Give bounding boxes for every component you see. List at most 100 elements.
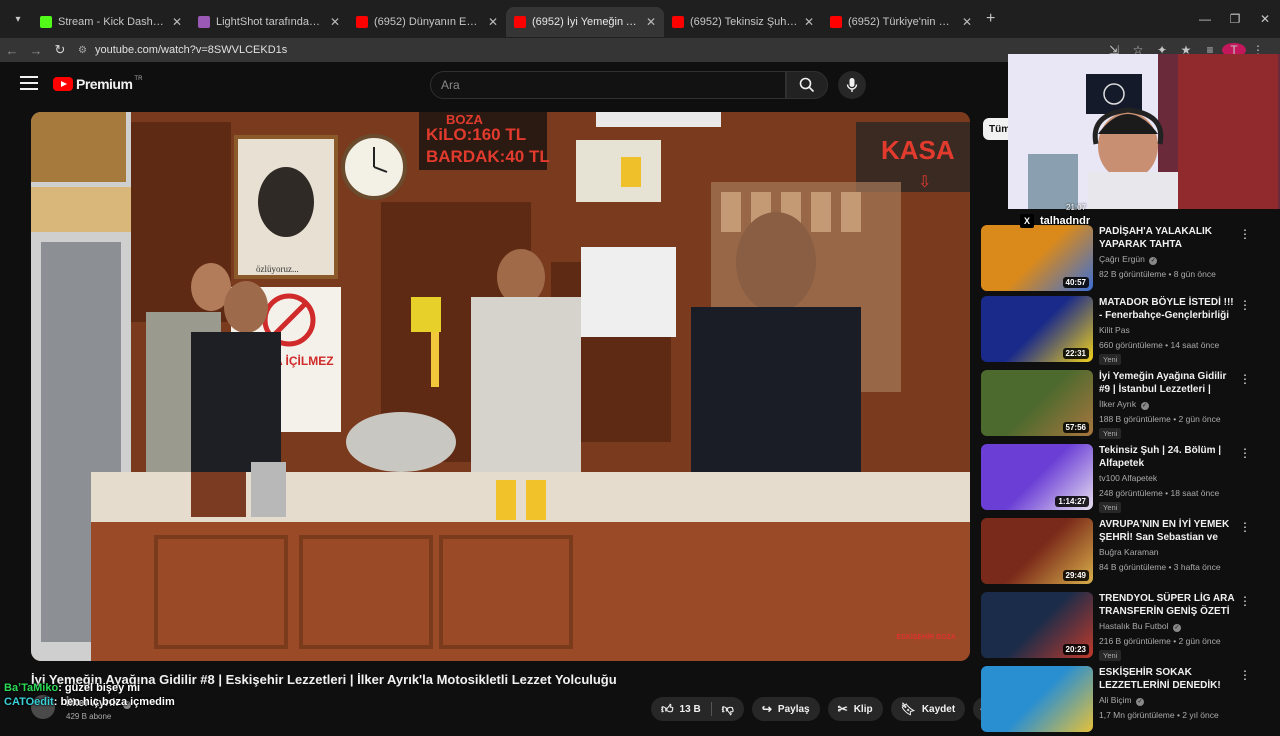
minimize-icon[interactable]: —	[1190, 12, 1220, 26]
recommended-video[interactable]: 57:56 İyi Yemeğin Ayağına Gidilir #9 | İs…	[981, 370, 1271, 440]
recommended-title[interactable]: Tekinsiz Şuh | 24. Bölüm | Alfapetek	[1099, 444, 1237, 470]
clip-label: Klip	[853, 703, 873, 715]
video-actions: 👍︎13 B 👎︎ ↪Paylaş ✂Klip 🔖︎Kaydet ⋯	[651, 697, 998, 721]
webcam-frame	[1008, 54, 1280, 209]
recommended-title[interactable]: TRENDYOL SÜPER LİG ARA TRANSFERİN GENİŞ …	[1099, 592, 1237, 618]
recommended-meta: 1,7 Mn görüntüleme • 2 yıl önce	[1099, 710, 1219, 720]
new-badge: Yeni	[1099, 502, 1122, 513]
browser-tab[interactable]: (6952) Tekinsiz Şuh | 24. Bölüm ✕	[664, 7, 822, 37]
video-thumbnail[interactable]: 22:31	[981, 296, 1093, 362]
share-button[interactable]: ↪ Paylaş	[751, 697, 820, 721]
chat-text: : ben hiç boza içmedim	[53, 696, 175, 708]
duration-badge: 22:31	[1062, 348, 1089, 359]
save-button[interactable]: 🔖︎ Kaydet	[890, 697, 966, 721]
dislike-button[interactable]: 👎︎	[712, 697, 744, 721]
restore-icon[interactable]: ❐	[1220, 12, 1250, 26]
recommended-channel[interactable]: tv100 Alfapetek	[1099, 473, 1157, 483]
recommended-video[interactable]: 29:49 AVRUPA'NIN EN İYİ YEMEK ŞEHRİ! San …	[981, 518, 1271, 588]
site-info-icon[interactable]: ⚙	[78, 45, 87, 56]
reload-icon[interactable]: ↻	[48, 42, 72, 58]
bookmark-icon: 🔖︎	[900, 702, 916, 716]
recommended-channel[interactable]: Buğra Karaman	[1099, 547, 1159, 557]
voice-search-button[interactable]	[838, 71, 866, 99]
youtube-logo[interactable]: Premium TR	[53, 76, 142, 92]
share-icon: ↪	[761, 702, 772, 716]
back-icon[interactable]: ←	[0, 43, 24, 58]
new-tab-button[interactable]: +	[986, 10, 995, 28]
recommended-video[interactable]: 20:23 TRENDYOL SÜPER LİG ARA TRANSFERİN G…	[981, 592, 1271, 662]
video-thumbnail[interactable]: 20:23	[981, 592, 1093, 658]
tab-close-icon[interactable]: ✕	[172, 15, 182, 29]
clip-button[interactable]: ✂ Klip	[827, 697, 883, 721]
verified-icon: ✓	[1135, 698, 1144, 706]
recommended-title[interactable]: ESKİŞEHİR SOKAK LEZZETLERİNİ DENEDİK!	[1099, 666, 1237, 692]
browser-tab-strip: ▾ Stream - Kick Dashboard✕LightShot tara…	[0, 0, 1280, 38]
url-text: youtube.com/watch?v=8SWVLCEKD1s	[94, 44, 288, 56]
streamer-handle: Xtalhadndr	[1020, 214, 1090, 228]
recommended-video[interactable]: 1:14:27 Tekinsiz Şuh | 24. Bölüm | Alfape…	[981, 444, 1271, 514]
search-button[interactable]	[786, 71, 828, 99]
more-options-icon[interactable]: ⋮	[1239, 298, 1251, 312]
video-player[interactable]: özlüyoruz... BOZA KiLO:160 TL BARDAK:40 …	[31, 112, 970, 661]
tab-title: (6952) Türkiye'nin En İlginç Çık	[848, 16, 956, 28]
recommended-channel[interactable]: Ali Biçim ✓	[1099, 695, 1144, 706]
recommended-channel[interactable]: Hastalık Bu Futbol ✓	[1099, 621, 1181, 632]
tab-search-icon[interactable]: ▾	[4, 5, 32, 33]
more-options-icon[interactable]: ⋮	[1239, 594, 1251, 608]
video-thumbnail[interactable]	[981, 666, 1093, 732]
menu-hamburger-icon[interactable]	[20, 76, 38, 92]
chat-username: CATOedit	[4, 696, 54, 708]
more-options-icon[interactable]: ⋮	[1239, 668, 1251, 682]
tab-favicon-icon	[514, 16, 526, 28]
video-thumbnail[interactable]: 57:56	[981, 370, 1093, 436]
duration-badge: 1:14:27	[1055, 496, 1089, 507]
scissors-icon: ✂	[837, 702, 848, 716]
youtube-play-icon	[53, 77, 73, 91]
tab-close-icon[interactable]: ✕	[804, 15, 814, 29]
video-thumbnail[interactable]: 40:57	[981, 225, 1093, 291]
stream-chat-overlay: BaʼTaMiko: güzel bişey mi CATOedit: ben …	[4, 682, 175, 708]
recommended-channel-text: Hastalık Bu Futbol	[1099, 621, 1169, 631]
browser-tab[interactable]: (6952) Dünyanın En Az Değer Ve ✕	[348, 7, 506, 37]
recommended-video[interactable]: ESKİŞEHİR SOKAK LEZZETLERİNİ DENEDİK! Ali…	[981, 666, 1271, 736]
recommended-channel-text: Buğra Karaman	[1099, 547, 1159, 557]
url-field[interactable]: ⚙ youtube.com/watch?v=8SWVLCEKD1s	[78, 44, 287, 56]
sign-kilo: KiLO:160 TL	[426, 125, 526, 144]
browser-tab[interactable]: LightShot tarafından Ekran Görü ✕	[190, 7, 348, 37]
recommended-video[interactable]: 40:57 PADİŞAH'A YALAKALIK YAPARAK TAHTA O…	[981, 225, 1271, 295]
more-options-icon[interactable]: ⋮	[1239, 520, 1251, 534]
window-controls: — ❐ ✕	[1190, 0, 1280, 38]
browser-tab[interactable]: (6952) Türkiye'nin En İlginç Çık ✕	[822, 7, 980, 37]
browser-tab[interactable]: (6952) İyi Yemeğin Ayağına Gid ✕	[506, 7, 664, 37]
recommended-title[interactable]: MATADOR BÖYLE İSTEDİ !!! - Fenerbahçe-Ge…	[1099, 296, 1237, 323]
tab-close-icon[interactable]: ✕	[488, 15, 498, 29]
close-window-icon[interactable]: ✕	[1250, 12, 1280, 26]
recommended-title[interactable]: İyi Yemeğin Ayağına Gidilir #9 | İstanbu…	[1099, 370, 1237, 397]
search-input[interactable]	[441, 78, 785, 92]
forward-icon[interactable]: →	[24, 43, 48, 58]
tab-close-icon[interactable]: ✕	[962, 15, 972, 29]
new-badge: Yeni	[1099, 428, 1122, 439]
portrait-caption: özlüyoruz...	[256, 264, 299, 274]
recommended-title[interactable]: PADİŞAH'A YALAKALIK YAPARAK TAHTA OTURMA…	[1099, 225, 1237, 252]
more-options-icon[interactable]: ⋮	[1239, 446, 1251, 460]
recommended-channel-text: Çağrı Ergün	[1099, 254, 1145, 264]
recommended-video[interactable]: 22:31 MATADOR BÖYLE İSTEDİ !!! - Fenerbah…	[981, 296, 1271, 366]
recommended-title[interactable]: AVRUPA'NIN EN İYİ YEMEK ŞEHRİ! San Sebas…	[1099, 518, 1237, 545]
like-button[interactable]: 👍︎ 13 B	[651, 697, 711, 721]
recommended-channel[interactable]: İlker Ayrık ✓	[1099, 399, 1149, 410]
recommended-channel[interactable]: Çağrı Ergün ✓	[1099, 254, 1158, 265]
more-options-icon[interactable]: ⋮	[1239, 227, 1251, 241]
tab-close-icon[interactable]: ✕	[646, 15, 656, 29]
recommended-channel[interactable]: Kilit Pas	[1099, 325, 1130, 335]
new-badge: Yeni	[1099, 650, 1122, 661]
browser-tab[interactable]: Stream - Kick Dashboard ✕	[32, 7, 190, 37]
video-thumbnail[interactable]: 1:14:27	[981, 444, 1093, 510]
recommended-meta: 660 görüntüleme • 14 saat önce	[1099, 340, 1220, 350]
tab-close-icon[interactable]: ✕	[330, 15, 340, 29]
tab-favicon-icon	[356, 16, 368, 28]
video-thumbnail[interactable]: 29:49	[981, 518, 1093, 584]
sign-kasa: KASA	[881, 135, 955, 165]
search-box[interactable]	[430, 71, 786, 99]
more-options-icon[interactable]: ⋮	[1239, 372, 1251, 386]
